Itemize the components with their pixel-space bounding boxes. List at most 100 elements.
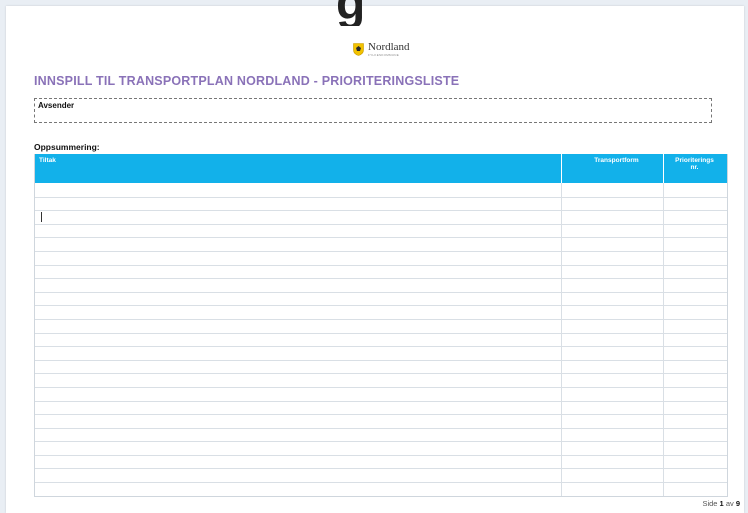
cell-tiltak[interactable]: [35, 251, 562, 265]
cell-prioritering[interactable]: [664, 306, 725, 319]
cell-transportform[interactable]: [562, 455, 664, 469]
table-row: [35, 305, 727, 319]
table-row: [35, 373, 727, 387]
cell-prioritering[interactable]: [664, 293, 725, 306]
table-row: [35, 183, 727, 197]
cell-transportform[interactable]: [562, 251, 664, 265]
sender-label: Avsender: [38, 101, 75, 110]
cell-tiltak[interactable]: [35, 387, 562, 401]
cell-tiltak[interactable]: [35, 183, 562, 197]
document-page: g Nordland FYLKESKOMMUNE INNSPILL TIL TR…: [6, 0, 744, 513]
table-body: [35, 183, 727, 496]
cell-prioritering[interactable]: [664, 347, 725, 360]
cell-tiltak[interactable]: [35, 469, 562, 483]
cell-prioritering[interactable]: [664, 374, 725, 387]
cell-prioritering[interactable]: [664, 388, 725, 401]
cell-transportform[interactable]: [562, 292, 664, 306]
cell-transportform[interactable]: [562, 442, 664, 455]
table-row: [35, 237, 727, 251]
summary-heading: Oppsummering:: [34, 142, 100, 152]
cell-transportform[interactable]: [562, 469, 664, 483]
cell-prioritering[interactable]: [664, 198, 725, 211]
cell-prioritering[interactable]: [664, 238, 725, 251]
cell-prioritering[interactable]: [664, 456, 725, 469]
priority-table: Tiltak Transportform Prioriterings nr.: [34, 154, 728, 497]
cell-prioritering[interactable]: [664, 211, 725, 224]
table-row: [35, 210, 727, 224]
page-counter: Side 1 av 9: [702, 499, 740, 508]
cell-transportform[interactable]: [562, 306, 664, 319]
table-row: [35, 223, 727, 238]
cell-prioritering[interactable]: [664, 252, 725, 265]
table-row: [35, 250, 727, 265]
cell-tiltak[interactable]: [35, 265, 562, 279]
cell-transportform[interactable]: [562, 374, 664, 387]
cell-transportform[interactable]: [562, 347, 664, 360]
cell-tiltak[interactable]: [35, 333, 562, 347]
cell-prioritering[interactable]: [664, 279, 725, 292]
cell-prioritering[interactable]: [664, 483, 725, 496]
cell-tiltak[interactable]: [35, 224, 562, 238]
table-row: [35, 346, 727, 360]
cell-transportform[interactable]: [562, 211, 664, 224]
cell-prioritering[interactable]: [664, 225, 725, 238]
sender-field[interactable]: Avsender: [34, 98, 712, 123]
cell-transportform[interactable]: [562, 483, 664, 496]
header-tiltak: Tiltak: [35, 154, 562, 183]
cropped-heading-glyph: g: [336, 0, 396, 26]
cell-transportform[interactable]: [562, 387, 664, 401]
cell-prioritering[interactable]: [664, 402, 725, 415]
cell-prioritering[interactable]: [664, 183, 725, 197]
cell-transportform[interactable]: [562, 224, 664, 238]
cell-transportform[interactable]: [562, 279, 664, 292]
cell-tiltak[interactable]: [35, 197, 562, 211]
cell-tiltak[interactable]: [35, 401, 562, 415]
cell-tiltak[interactable]: [35, 442, 562, 455]
table-row: [35, 318, 727, 333]
cell-tiltak[interactable]: [35, 347, 562, 360]
cell-prioritering[interactable]: [664, 361, 725, 374]
logo-subtitle: FYLKESKOMMUNE: [368, 52, 400, 57]
cell-prioritering[interactable]: [664, 266, 725, 279]
table-row: [35, 441, 727, 455]
cell-transportform[interactable]: [562, 333, 664, 347]
cell-transportform[interactable]: [562, 238, 664, 251]
cell-tiltak[interactable]: [35, 428, 562, 442]
header-prioritering: Prioriterings nr.: [675, 157, 714, 172]
table-row: [35, 468, 727, 483]
table-header: Tiltak Transportform Prioriterings nr.: [35, 154, 727, 183]
cell-tiltak[interactable]: [35, 306, 562, 319]
cell-tiltak[interactable]: [35, 292, 562, 306]
cell-tiltak[interactable]: [35, 360, 562, 374]
table-row: [35, 332, 727, 347]
cell-tiltak[interactable]: [35, 374, 562, 387]
cell-tiltak[interactable]: [35, 455, 562, 469]
nordland-logo: Nordland FYLKESKOMMUNE: [353, 40, 410, 58]
cell-tiltak[interactable]: [35, 279, 562, 292]
table-row: [35, 196, 727, 211]
cell-transportform[interactable]: [562, 401, 664, 415]
cell-transportform[interactable]: [562, 197, 664, 211]
table-row: [35, 386, 727, 401]
table-row: [35, 359, 727, 374]
cell-prioritering[interactable]: [664, 334, 725, 347]
cell-tiltak[interactable]: [35, 211, 562, 224]
cell-transportform[interactable]: [562, 265, 664, 279]
cell-transportform[interactable]: [562, 183, 664, 197]
cell-tiltak[interactable]: [35, 415, 562, 428]
cell-tiltak[interactable]: [35, 483, 562, 496]
cell-prioritering[interactable]: [664, 469, 725, 482]
table-row: [35, 278, 727, 292]
cell-prioritering[interactable]: [664, 429, 725, 442]
cell-tiltak[interactable]: [35, 319, 562, 333]
cell-prioritering[interactable]: [664, 415, 725, 428]
cell-prioritering[interactable]: [664, 442, 725, 455]
cell-tiltak[interactable]: [35, 238, 562, 251]
cell-transportform[interactable]: [562, 360, 664, 374]
cell-transportform[interactable]: [562, 319, 664, 333]
cell-prioritering[interactable]: [664, 320, 725, 333]
cell-transportform[interactable]: [562, 415, 664, 428]
table-row: [35, 264, 727, 279]
cell-transportform[interactable]: [562, 428, 664, 442]
logo-name: Nordland: [368, 40, 410, 53]
